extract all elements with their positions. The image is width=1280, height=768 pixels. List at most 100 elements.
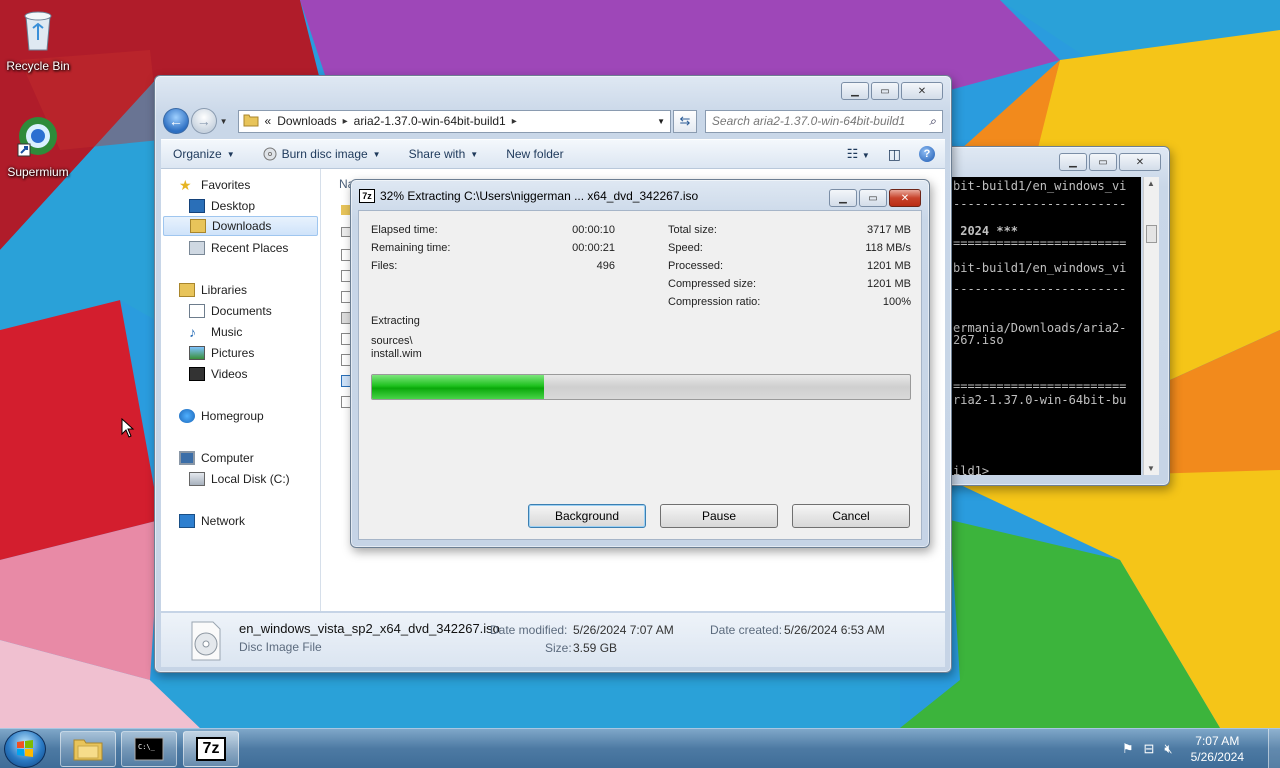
- organize-menu[interactable]: Organize ▼: [173, 147, 235, 161]
- refresh-button[interactable]: ⇆: [673, 109, 697, 133]
- desktop-icon: [189, 199, 205, 213]
- burn-disc-image-button[interactable]: Burn disc image ▼: [263, 147, 381, 161]
- dialog-title: 32% Extracting C:\Users\niggerman ... x6…: [380, 189, 699, 203]
- nav-music-label: Music: [211, 325, 243, 339]
- breadcrumb-downloads[interactable]: Downloads: [277, 114, 336, 128]
- disc-icon: [263, 147, 277, 161]
- close-button[interactable]: ✕: [901, 82, 943, 100]
- 7zip-icon: 7z: [196, 737, 226, 761]
- cancel-button[interactable]: Cancel: [792, 504, 910, 528]
- search-input[interactable]: Search aria2-1.37.0-win-64bit-build1 ⌕: [704, 109, 944, 133]
- pictures-icon: [189, 346, 205, 360]
- processed-label: Processed:: [668, 260, 724, 272]
- computer-icon: [179, 451, 195, 465]
- taskbar-explorer-button[interactable]: [60, 731, 116, 767]
- recycle-bin-label: Recycle Bin: [6, 59, 70, 73]
- elapsed-time-label: Elapsed time:: [371, 224, 438, 236]
- help-icon[interactable]: ?: [919, 146, 935, 162]
- nav-favorites[interactable]: ★ Favorites: [179, 175, 250, 195]
- chevron-right-icon[interactable]: ▸: [512, 116, 517, 127]
- explorer-icon: [73, 739, 103, 761]
- show-desktop-button[interactable]: [1268, 729, 1280, 768]
- command-prompt-window[interactable]: ▁ ▭ ✕ bit-build1/en_windows_vi ---------…: [940, 146, 1170, 486]
- console-line: ria2-1.37.0-win-64bit-bu: [953, 393, 1127, 407]
- start-button[interactable]: [4, 730, 46, 768]
- chevron-right-icon[interactable]: ▸: [343, 116, 348, 127]
- search-placeholder: Search aria2-1.37.0-win-64bit-build1: [711, 114, 906, 128]
- console-line: ild1>: [953, 464, 990, 475]
- address-dropdown-icon[interactable]: ▼: [657, 117, 665, 126]
- clock-time: 7:07 AM: [1195, 734, 1240, 748]
- view-controls: ☷ ▼ ◫ ?: [847, 146, 945, 163]
- 7zip-extract-dialog[interactable]: 7z 32% Extracting C:\Users\niggerman ...…: [350, 179, 930, 548]
- pause-button[interactable]: Pause: [660, 504, 778, 528]
- maximize-button[interactable]: ▭: [871, 82, 899, 100]
- change-view-icon[interactable]: ☷ ▼: [847, 146, 870, 162]
- nav-pictures[interactable]: Pictures: [189, 343, 254, 363]
- operation-status: Extracting: [371, 315, 420, 327]
- minimize-button[interactable]: ▁: [1059, 153, 1087, 171]
- burn-label: Burn disc image: [281, 147, 368, 161]
- nav-desktop[interactable]: Desktop: [189, 196, 255, 216]
- minimize-button[interactable]: ▁: [829, 189, 857, 207]
- compressed-size-label: Compressed size:: [668, 278, 757, 290]
- svg-text:C:\_: C:\_: [138, 743, 156, 751]
- nav-local-disk[interactable]: Local Disk (C:): [189, 469, 290, 489]
- background-button[interactable]: Background: [528, 504, 646, 528]
- minimize-button[interactable]: ▁: [841, 82, 869, 100]
- nav-recent-places[interactable]: Recent Places: [189, 238, 288, 258]
- taskbar-7zip-button[interactable]: 7z: [183, 731, 239, 767]
- search-icon[interactable]: ⌕: [929, 114, 936, 129]
- system-clock[interactable]: 7:07 AM 5/26/2024: [1191, 733, 1244, 765]
- recent-pages-chevron-icon[interactable]: ▼: [220, 117, 228, 126]
- nav-homegroup-label: Homegroup: [201, 409, 264, 423]
- nav-music[interactable]: ♪ Music: [189, 322, 242, 342]
- nav-homegroup[interactable]: Homegroup: [179, 406, 264, 426]
- scroll-down-icon[interactable]: ▼: [1147, 464, 1155, 473]
- address-bar[interactable]: « Downloads ▸ aria2-1.37.0-win-64bit-bui…: [237, 109, 672, 133]
- total-size-value: 3717 MB: [866, 224, 911, 236]
- network-status-icon[interactable]: ⊟: [1144, 741, 1155, 757]
- console-line: bit-build1/en_windows_vi: [953, 261, 1127, 275]
- nav-downloads[interactable]: Downloads: [163, 216, 318, 236]
- nav-libraries[interactable]: Libraries: [179, 280, 247, 300]
- nav-network[interactable]: Network: [179, 511, 245, 531]
- taskbar-cmd-button[interactable]: C:\_: [121, 731, 177, 767]
- forward-button[interactable]: →: [190, 108, 217, 134]
- recycle-bin-shortcut[interactable]: Recycle Bin: [0, 6, 76, 73]
- total-size-label: Total size:: [668, 224, 717, 236]
- new-folder-button[interactable]: New folder: [506, 147, 563, 161]
- files-label: Files:: [371, 260, 398, 272]
- supermium-shortcut[interactable]: Supermium: [0, 112, 76, 179]
- back-button[interactable]: ←: [163, 108, 189, 134]
- dropdown-arrow-icon: ▼: [470, 149, 479, 159]
- speed-label: Speed:: [668, 242, 703, 254]
- maximize-button[interactable]: ▭: [859, 189, 887, 207]
- console-line: ========================: [953, 379, 1127, 393]
- nav-computer[interactable]: Computer: [179, 448, 254, 468]
- selected-file-type: Disc Image File: [239, 640, 322, 654]
- share-with-menu[interactable]: Share with ▼: [409, 147, 479, 161]
- date-created-value: 5/26/2024 6:53 AM: [784, 623, 885, 637]
- nav-documents-label: Documents: [211, 304, 272, 318]
- dropdown-arrow-icon: ▼: [372, 149, 381, 159]
- nav-documents[interactable]: Documents: [189, 301, 272, 321]
- current-path: sources\: [371, 335, 413, 347]
- breadcrumb-aria2-folder[interactable]: aria2-1.37.0-win-64bit-build1: [354, 114, 506, 128]
- action-center-flag-icon[interactable]: ⚑: [1122, 741, 1134, 757]
- dialog-titlebar: 7z 32% Extracting C:\Users\niggerman ...…: [359, 189, 698, 203]
- address-prefix[interactable]: «: [265, 114, 272, 128]
- scroll-up-icon[interactable]: ▲: [1147, 179, 1155, 188]
- volume-muted-icon[interactable]: 🔇︎: [1164, 741, 1172, 757]
- current-file: install.wim: [371, 348, 422, 360]
- console-scrollbar[interactable]: ▲ ▼: [1143, 177, 1159, 475]
- close-button[interactable]: ✕: [1119, 153, 1161, 171]
- speed-value: 118 MB/s: [865, 242, 911, 254]
- maximize-button[interactable]: ▭: [1089, 153, 1117, 171]
- scrollbar-thumb[interactable]: [1146, 225, 1157, 243]
- documents-icon: [189, 304, 205, 318]
- preview-pane-icon[interactable]: ◫: [888, 146, 901, 163]
- details-pane: en_windows_vista_sp2_x64_dvd_342267.iso …: [161, 613, 945, 667]
- close-button[interactable]: ✕: [889, 189, 921, 207]
- nav-videos[interactable]: Videos: [189, 364, 247, 384]
